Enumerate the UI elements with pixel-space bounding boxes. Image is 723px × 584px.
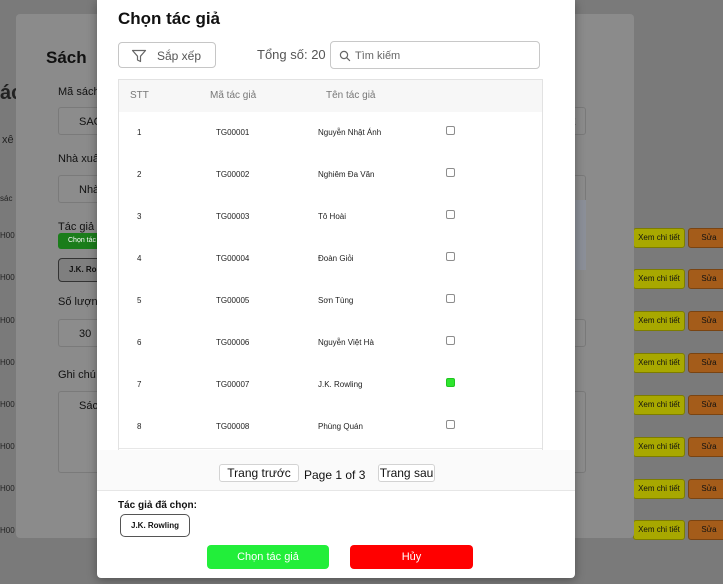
background-view-button-6[interactable]: Xem chi tiết — [633, 437, 685, 457]
row-checkbox[interactable] — [446, 252, 455, 261]
header-stt: STT — [130, 90, 149, 101]
background-row-code-6: H00 — [0, 442, 15, 451]
table-row[interactable]: 8 TG00008 Phùng Quán — [119, 406, 542, 449]
table-row[interactable]: 5 TG00005 Sơn Tùng — [119, 280, 542, 323]
row-checkbox[interactable] — [446, 420, 455, 429]
author-picker-modal: Chọn tác giả Sắp xếp Tổng số: 20 STT Mã … — [97, 0, 575, 578]
background-view-button-7[interactable]: Xem chi tiết — [633, 479, 685, 499]
publisher-label: Nhà xuấ — [58, 153, 99, 165]
background-view-button-1[interactable]: Xem chi tiết — [633, 228, 685, 248]
background-left-small-2: sác — [0, 194, 13, 203]
row-author-name: Tô Hoài — [318, 212, 347, 221]
book-form-title: Sách — [46, 48, 87, 67]
row-checkbox[interactable] — [446, 336, 455, 345]
row-author-code: TG00006 — [216, 338, 250, 347]
row-author-name: Đoàn Giỏi — [318, 254, 354, 263]
table-row[interactable]: 6 TG00006 Nguyễn Việt Hà — [119, 322, 542, 365]
background-row-code-5: H00 — [0, 400, 15, 409]
background-row-code-3: H00 — [0, 316, 15, 325]
cancel-button[interactable]: Hủy — [350, 545, 473, 569]
table-row[interactable]: 2 TG00002 Nghiêm Đa Văn — [119, 154, 542, 197]
row-stt: 8 — [137, 422, 142, 431]
background-row-code-1: H00 — [0, 231, 15, 240]
table-header: STT Mã tác giả Tên tác giả — [119, 80, 542, 113]
background-view-button-3[interactable]: Xem chi tiết — [633, 311, 685, 331]
header-author-code: Mã tác giả — [210, 90, 257, 101]
author-table: STT Mã tác giả Tên tác giả 1 TG00001 Ngu… — [118, 79, 543, 451]
sort-button-label: Sắp xếp — [157, 49, 202, 63]
background-selected-strip — [574, 200, 586, 270]
table-row[interactable]: 4 TG00004 Đoàn Giỏi — [119, 238, 542, 281]
row-author-code: TG00005 — [216, 296, 250, 305]
row-author-code: TG00001 — [216, 128, 250, 137]
row-author-name: Sơn Tùng — [318, 296, 354, 305]
previous-page-button[interactable]: Trang trước — [219, 464, 299, 482]
row-author-code: TG00007 — [216, 380, 250, 389]
row-author-name: Phùng Quán — [318, 422, 363, 431]
row-stt: 1 — [137, 128, 142, 137]
row-author-name: Nghiêm Đa Văn — [318, 170, 375, 179]
background-row-code-4: H00 — [0, 358, 15, 367]
row-stt: 7 — [137, 380, 142, 389]
background-edit-button-6[interactable]: Sửa — [688, 437, 723, 457]
background-edit-button-3[interactable]: Sửa — [688, 311, 723, 331]
background-edit-button-1[interactable]: Sửa — [688, 228, 723, 248]
table-row[interactable]: 1 TG00001 Nguyễn Nhật Ánh — [119, 112, 542, 155]
row-checkbox[interactable] — [446, 294, 455, 303]
row-checkbox[interactable] — [446, 210, 455, 219]
row-stt: 3 — [137, 212, 142, 221]
author-label: Tác giả — [58, 221, 95, 233]
row-checkbox[interactable] — [446, 168, 455, 177]
search-input[interactable] — [353, 46, 537, 66]
background-view-button-8[interactable]: Xem chi tiết — [633, 520, 685, 540]
background-edit-button-8[interactable]: Sửa — [688, 520, 723, 540]
row-checkbox[interactable] — [446, 126, 455, 135]
background-view-button-4[interactable]: Xem chi tiết — [633, 353, 685, 373]
row-stt: 6 — [137, 338, 142, 347]
choose-author-confirm-button[interactable]: Chọn tác giả — [207, 545, 329, 569]
background-view-button-5[interactable]: Xem chi tiết — [633, 395, 685, 415]
pagination: Trang trước Page 1 of 3 Trang sau — [97, 450, 575, 490]
row-author-code: TG00003 — [216, 212, 250, 221]
filter-icon — [131, 49, 147, 63]
footer-divider — [97, 490, 575, 491]
sort-button[interactable]: Sắp xếp — [118, 42, 216, 68]
header-author-name: Tên tác giả — [326, 90, 376, 101]
row-stt: 4 — [137, 254, 142, 263]
table-row[interactable]: 7 TG00007 J.K. Rowling — [119, 364, 542, 407]
background-edit-button-7[interactable]: Sửa — [688, 479, 723, 499]
page-indicator: Page 1 of 3 — [304, 468, 366, 482]
row-author-name: Nguyễn Việt Hà — [318, 338, 374, 347]
row-stt: 2 — [137, 170, 142, 179]
search-box[interactable] — [330, 41, 540, 69]
row-author-name: J.K. Rowling — [318, 380, 363, 389]
selected-authors-label: Tác giả đã chọn: — [118, 500, 197, 511]
row-author-code: TG00004 — [216, 254, 250, 263]
background-row-code-2: H00 — [0, 273, 15, 282]
modal-title: Chọn tác giả — [118, 9, 221, 28]
background-row-code-7: H00 — [0, 484, 15, 493]
background-row-code-8: H00 — [0, 526, 15, 535]
row-author-name: Nguyễn Nhật Ánh — [318, 128, 382, 137]
row-author-code: TG00002 — [216, 170, 250, 179]
book-code-label: Mã sách — [58, 86, 100, 98]
search-icon — [339, 50, 351, 62]
background-view-button-2[interactable]: Xem chi tiết — [633, 269, 685, 289]
total-count: Tổng số: 20 — [257, 47, 326, 62]
background-edit-button-4[interactable]: Sửa — [688, 353, 723, 373]
background-left-small-1: xê — [2, 134, 14, 146]
next-page-button[interactable]: Trang sau — [378, 464, 435, 482]
table-row[interactable]: 3 TG00003 Tô Hoài — [119, 196, 542, 239]
background-edit-button-2[interactable]: Sửa — [688, 269, 723, 289]
row-checkbox-selected[interactable] — [446, 378, 455, 387]
row-stt: 5 — [137, 296, 142, 305]
selected-author-chip: J.K. Rowling — [120, 514, 190, 537]
note-label: Ghi chú — [58, 369, 96, 381]
row-author-code: TG00008 — [216, 422, 250, 431]
background-edit-button-5[interactable]: Sửa — [688, 395, 723, 415]
